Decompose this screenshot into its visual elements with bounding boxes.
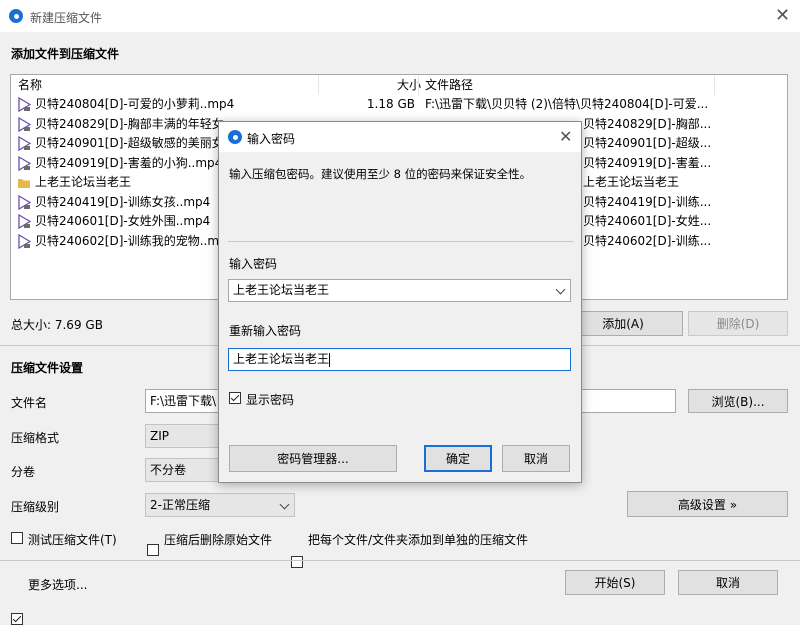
reenter-password-label: 重新输入密码 bbox=[229, 324, 302, 338]
video-file-icon bbox=[17, 155, 32, 171]
file-name: 贝特240919[D]-害羞的小狗..mp4 bbox=[35, 155, 223, 170]
divider bbox=[0, 560, 800, 561]
format-value: ZIP bbox=[150, 429, 169, 443]
file-path: 贝特240919[D]-害羞... bbox=[583, 155, 712, 170]
more-options-checkbox[interactable] bbox=[11, 613, 23, 625]
window-title: 新建压缩文件 bbox=[30, 11, 103, 25]
file-size: 1.18 GB bbox=[366, 97, 415, 111]
close-icon[interactable]: ✕ bbox=[775, 7, 790, 25]
more-options-label: 更多选项... bbox=[28, 578, 88, 592]
file-path: F:\迅雷下载\贝贝特 (2)\倍特\贝特240804[D]-可爱... bbox=[425, 97, 709, 111]
file-path: 贝特240602[D]-训练... bbox=[583, 233, 712, 248]
split-label: 分卷 bbox=[11, 465, 36, 479]
file-name: 贝特240829[D]-胸部丰满的年轻女 bbox=[35, 116, 224, 131]
app-icon bbox=[9, 9, 23, 23]
title-bar: 新建压缩文件 ✕ bbox=[0, 0, 800, 32]
section-settings-title: 压缩文件设置 bbox=[11, 361, 84, 375]
file-name: 贝特240602[D]-训练我的宠物..mp4 bbox=[35, 233, 235, 248]
level-label: 压缩级别 bbox=[11, 500, 60, 514]
separate-archives-checkbox[interactable] bbox=[291, 556, 303, 568]
divider bbox=[228, 241, 574, 242]
advanced-settings-button[interactable]: 高级设置 » bbox=[627, 491, 788, 517]
separate-archives-label: 把每个文件/文件夹添加到单独的压缩文件 bbox=[308, 533, 529, 547]
dialog-title-bar: 输入密码 ✕ bbox=[219, 122, 581, 152]
dialog-title: 输入密码 bbox=[247, 132, 296, 146]
dialog-cancel-button[interactable]: 取消 bbox=[502, 445, 570, 472]
video-file-icon bbox=[17, 233, 32, 249]
file-name: 贝特240804[D]-可爱的小萝莉..mp4 bbox=[35, 97, 235, 111]
file-path: 贝特240829[D]-胸部... bbox=[583, 116, 712, 131]
password-label: 输入密码 bbox=[229, 257, 278, 271]
text-caret bbox=[329, 352, 331, 367]
format-label: 压缩格式 bbox=[11, 431, 60, 445]
column-header-path[interactable]: 文件路径 bbox=[425, 75, 473, 95]
section-add-files-title: 添加文件到压缩文件 bbox=[11, 47, 120, 61]
file-name: 贝特240901[D]-超级敏感的美丽女 bbox=[35, 136, 224, 150]
test-archive-label: 测试压缩文件(T) bbox=[28, 533, 117, 547]
password-input[interactable]: 上老王论坛当老王 bbox=[228, 279, 571, 302]
video-file-icon bbox=[17, 116, 32, 132]
total-size: 总大小: 7.69 GB bbox=[11, 318, 103, 332]
browse-button[interactable]: 浏览(B)... bbox=[688, 389, 788, 413]
chevron-down-icon bbox=[279, 499, 290, 510]
file-name: 上老王论坛当老王 bbox=[35, 175, 132, 189]
folder-icon bbox=[17, 175, 31, 190]
split-value: 不分卷 bbox=[150, 463, 187, 477]
level-value: 2-正常压缩 bbox=[150, 498, 210, 512]
file-path: 贝特240901[D]-超级... bbox=[583, 136, 712, 150]
filename-label: 文件名 bbox=[11, 396, 48, 410]
ok-button[interactable]: 确定 bbox=[424, 445, 492, 472]
password-manager-button[interactable]: 密码管理器... bbox=[229, 445, 397, 472]
video-file-icon bbox=[17, 135, 32, 152]
file-path: 上老王论坛当老王 bbox=[583, 175, 680, 189]
file-path: 贝特240419[D]-训练... bbox=[583, 194, 712, 209]
file-path: 贝特240601[D]-女姓... bbox=[583, 214, 712, 228]
cancel-button[interactable]: 取消 bbox=[678, 570, 778, 595]
video-file-icon bbox=[17, 194, 32, 210]
show-password-label: 显示密码 bbox=[246, 393, 295, 407]
password-dialog: 输入密码 ✕ 输入压缩包密码。建议使用至少 8 位的密码来保证安全性。 输入密码… bbox=[218, 121, 582, 483]
show-password-checkbox[interactable] bbox=[229, 392, 241, 404]
video-file-icon bbox=[17, 96, 32, 113]
video-file-icon bbox=[17, 213, 32, 230]
level-select[interactable]: 2-正常压缩 bbox=[145, 493, 295, 517]
password-value: 上老王论坛当老王 bbox=[233, 283, 330, 297]
app-icon bbox=[228, 130, 242, 144]
reenter-password-value: 上老王论坛当老王 bbox=[233, 352, 330, 366]
dialog-hint: 输入压缩包密码。建议使用至少 8 位的密码来保证安全性。 bbox=[229, 167, 532, 181]
file-name: 贝特240419[D]-训练女孩..mp4 bbox=[35, 194, 211, 209]
reenter-password-input[interactable]: 上老王论坛当老王 bbox=[228, 348, 571, 371]
column-header-name[interactable]: 名称 bbox=[18, 75, 42, 95]
chevron-down-icon[interactable] bbox=[555, 284, 566, 295]
delete-button[interactable]: 删除(D) bbox=[688, 311, 788, 336]
close-icon[interactable]: ✕ bbox=[559, 128, 572, 146]
delete-after-label: 压缩后删除原始文件 bbox=[164, 533, 273, 547]
table-row[interactable]: 贝特240804[D]-可爱的小萝莉..mp4 1.18 GB F:\迅雷下载\贝贝… bbox=[11, 95, 787, 115]
start-button[interactable]: 开始(S) bbox=[565, 570, 665, 595]
file-name: 贝特240601[D]-女姓外围..mp4 bbox=[35, 214, 211, 228]
test-archive-checkbox[interactable] bbox=[11, 532, 23, 544]
delete-after-checkbox[interactable] bbox=[147, 544, 159, 556]
